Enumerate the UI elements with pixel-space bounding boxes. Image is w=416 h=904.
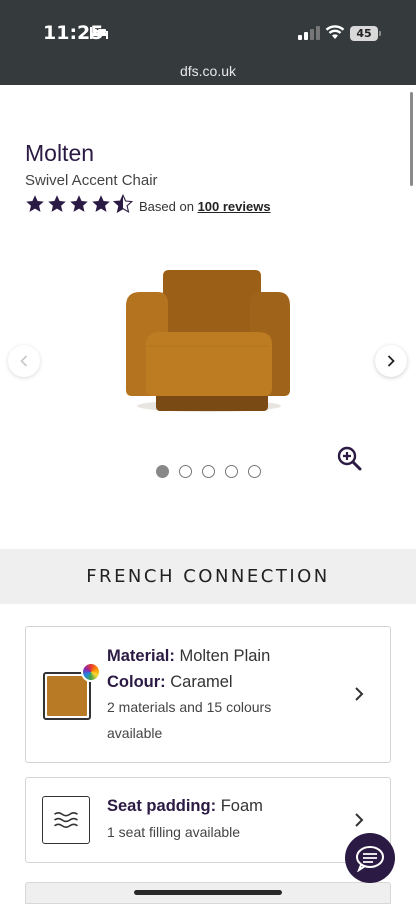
battery-indicator: 45 [350,26,378,41]
product-image-chair[interactable] [118,264,300,419]
wifi-icon [325,25,345,39]
colour-wheel-icon [81,662,101,682]
colour-line: Colour: Caramel [107,673,233,692]
reviews-prefix: Based on [139,199,194,214]
seat-padding-label: Seat padding: [107,797,217,815]
chevron-left-icon [20,355,28,367]
colour-label: Colour: [107,673,166,691]
battery-tip [379,31,381,36]
chevron-right-icon [387,355,395,367]
carousel-prev-button[interactable] [8,345,40,377]
carousel-dot[interactable] [179,465,192,478]
cellular-signal-icon [298,26,320,40]
product-subtitle: Swivel Accent Chair [25,172,158,189]
waves-icon [42,796,90,844]
seat-padding-line: Seat padding: Foam [107,797,263,816]
brand-banner: FRENCH CONNECTION [0,549,416,604]
address-bar[interactable]: dfs.co.uk [0,60,416,85]
material-value: Molten Plain [179,647,271,665]
carousel-dot[interactable] [156,465,169,478]
star-half-icon [113,194,133,214]
material-colour-card[interactable]: Material: Molten Plain Colour: Caramel 2… [25,626,391,763]
star-full-icon [26,195,44,212]
material-line: Material: Molten Plain [107,647,270,666]
carousel-next-button[interactable] [375,345,407,377]
swatch-fill [47,676,87,716]
carousel-dot[interactable] [248,465,261,478]
sleep-mode-icon [90,27,108,39]
scrollbar[interactable] [410,92,413,186]
seat-filling-availability: 1 seat filling available [107,824,241,840]
reviews-summary: Based on 100 reviews [139,199,271,214]
home-indicator[interactable] [134,890,282,895]
star-full-icon [92,195,110,212]
chevron-right-icon [355,687,364,701]
seat-padding-value: Foam [220,797,263,815]
carousel-dot[interactable] [225,465,238,478]
product-title: Molten [25,140,95,166]
carousel-dot[interactable] [202,465,215,478]
chat-button[interactable] [345,833,395,883]
rating-stars[interactable] [25,194,133,216]
chevron-right-icon [355,813,364,827]
carousel-pagination [156,465,261,478]
seat-padding-card[interactable]: Seat padding: Foam 1 seat filling availa… [25,777,391,863]
status-bar: 11:25 45 [0,0,416,60]
reviews-link[interactable]: 100 reviews [198,199,271,214]
star-full-icon [70,195,88,212]
material-label: Material: [107,647,175,665]
chat-bubble-icon [356,846,384,872]
zoom-in-icon[interactable] [336,445,362,471]
star-full-icon [48,195,66,212]
colour-value: Caramel [170,673,233,691]
material-availability: 2 materials and 15 colours available [107,699,272,741]
